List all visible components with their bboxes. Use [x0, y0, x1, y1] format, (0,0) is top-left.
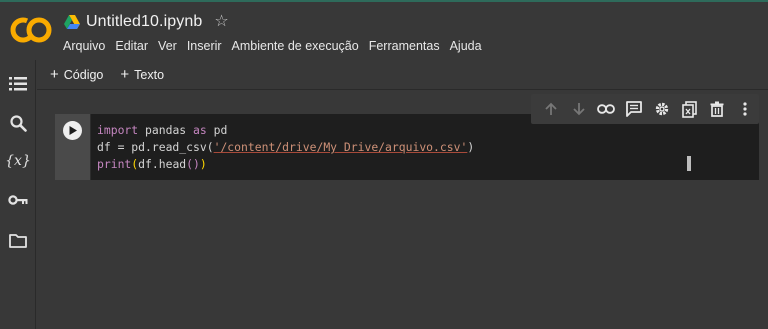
title-row: Untitled10.ipynb ☆	[64, 11, 229, 33]
settings-icon[interactable]	[648, 96, 676, 122]
menu-editar[interactable]: Editar	[115, 39, 148, 53]
menu-ajuda[interactable]: Ajuda	[450, 39, 482, 53]
plus-icon: +	[50, 66, 59, 83]
code-token: pd	[206, 123, 228, 137]
header: Untitled10.ipynb ☆ Arquivo Editar Ver In…	[0, 2, 768, 60]
drive-icon[interactable]	[64, 15, 80, 29]
code-line: df = pd.read_csv('/content/drive/My Driv…	[97, 139, 474, 156]
secrets-key-icon[interactable]	[8, 190, 28, 210]
menu-ambiente-de-execucao[interactable]: Ambiente de execução	[232, 39, 359, 53]
code-token: import	[97, 123, 139, 137]
cell-gutter	[55, 114, 90, 180]
search-icon[interactable]	[8, 113, 28, 133]
more-options-icon[interactable]	[731, 96, 759, 122]
code-line: import pandas as pd	[97, 122, 474, 139]
variables-icon[interactable]: {x}	[5, 151, 31, 171]
code-token: )	[467, 140, 475, 154]
menu-ver[interactable]: Ver	[158, 39, 177, 53]
cell-toolbar	[531, 94, 759, 124]
add-code-button[interactable]: + Código	[50, 67, 103, 82]
play-icon	[69, 126, 77, 135]
code-token: df = pd.read_csv(	[97, 140, 214, 154]
run-cell-button[interactable]	[63, 121, 82, 140]
add-code-label: Código	[63, 67, 104, 82]
left-sidebar: {x}	[0, 60, 36, 329]
code-bracket: ()	[186, 157, 200, 171]
code-line: print(df.head())	[97, 156, 474, 173]
menu-inserir[interactable]: Inserir	[187, 39, 222, 53]
code-string: '/content/drive/My Drive/arquivo.csv'	[213, 140, 468, 154]
code-token: df.head	[138, 157, 187, 171]
code-token: pandas	[138, 123, 194, 137]
code-token: as	[193, 123, 207, 137]
code-token: print	[97, 157, 132, 171]
notebook-title[interactable]: Untitled10.ipynb	[86, 13, 202, 31]
move-down-icon[interactable]	[565, 96, 593, 122]
mirror-cell-icon[interactable]	[676, 96, 704, 122]
notebook-toolbar: + Código + Texto	[37, 60, 768, 90]
code-text: import pandas as pd df = pd.read_csv('/co…	[97, 122, 474, 173]
move-up-icon[interactable]	[537, 96, 565, 122]
folder-icon[interactable]	[8, 230, 28, 250]
link-icon[interactable]	[593, 96, 621, 122]
table-of-contents-icon[interactable]	[8, 74, 28, 94]
add-text-button[interactable]: + Texto	[120, 67, 164, 82]
comment-icon[interactable]	[620, 96, 648, 122]
menu-ferramentas[interactable]: Ferramentas	[369, 39, 440, 53]
scrollbar-marker	[687, 156, 691, 171]
plus-icon: +	[120, 66, 130, 83]
menu-arquivo[interactable]: Arquivo	[63, 39, 105, 53]
delete-icon[interactable]	[704, 96, 732, 122]
star-icon[interactable]: ☆	[214, 14, 228, 30]
colab-logo[interactable]	[10, 16, 52, 44]
add-text-label: Texto	[134, 67, 165, 82]
code-bracket: )	[199, 157, 207, 171]
menu-bar: Arquivo Editar Ver Inserir Ambiente de e…	[63, 37, 492, 55]
